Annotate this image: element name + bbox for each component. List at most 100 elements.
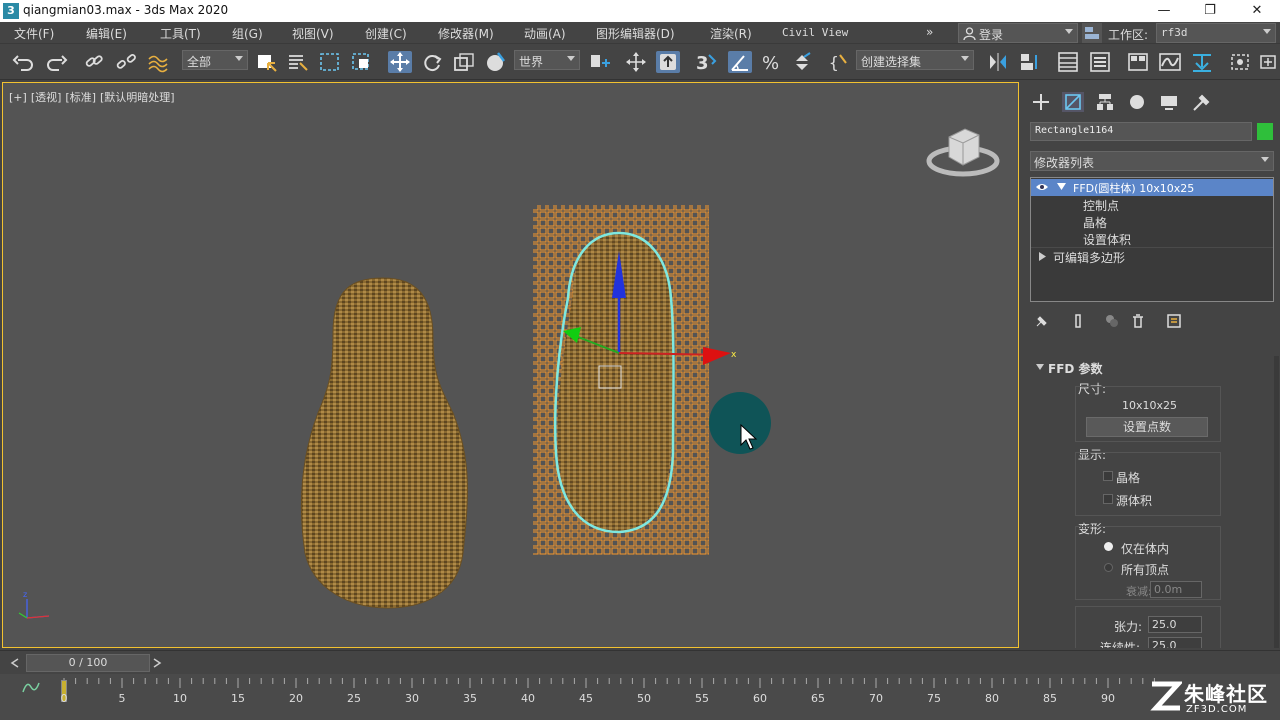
only-in-volume-radio[interactable] [1104,542,1113,551]
rectangular-selection-icon[interactable] [318,51,342,73]
timeline-ruler[interactable]: 0 5 10 15 20 25 30 35 40 45 50 55 60 65 … [60,678,1160,708]
login-dropdown[interactable]: 登录 [958,23,1078,43]
select-by-name-icon[interactable] [286,51,310,73]
move-icon[interactable] [388,51,412,73]
pin-stack-icon[interactable] [1034,313,1050,329]
scene-explorer-icon[interactable] [1056,51,1080,73]
rollout-collapse-icon[interactable] [1036,364,1044,370]
workspace-dropdown[interactable]: rf3d [1156,23,1276,43]
viewport-pov-label[interactable]: [透视] [31,91,62,104]
reference-coordinate-dropdown[interactable]: 世界 [514,50,580,70]
stack-item-ffd-cylinder[interactable]: FFD(圆柱体) 10x10x25 [1031,179,1273,196]
viewport-shading-label[interactable]: [默认明暗处理] [100,91,175,104]
ribbon-toggle-icon[interactable] [1126,51,1150,73]
rollout-header[interactable]: FFD 参数 [1048,360,1103,377]
viewcube-icon[interactable] [923,113,1003,183]
time-slider[interactable]: 0 / 100 [26,654,150,672]
pivot-center-icon[interactable] [588,51,612,73]
layer-explorer-icon[interactable] [1088,51,1112,73]
minimize-button[interactable]: — [1141,0,1187,22]
stack-item-set-volume[interactable]: 设置体积 [1031,230,1273,247]
ffd-parameters-rollout: FFD 参数 尺寸: 10x10x25 设置点数 显示: 晶格 源体积 变形: … [1030,356,1270,648]
named-selection-dropdown[interactable]: 创建选择集 [856,50,974,70]
place-object-icon[interactable] [484,51,508,73]
redo-icon[interactable] [44,51,68,73]
material-editor-icon[interactable] [1228,51,1252,73]
window-crossing-icon[interactable] [350,51,374,73]
tick-label: 25 [347,692,361,705]
rotate-icon[interactable] [420,51,444,73]
falloff-spinner[interactable]: 0.0m [1150,581,1202,598]
track-bar[interactable]: 0 5 10 15 20 25 30 35 40 45 50 55 60 65 … [0,674,1280,720]
previous-frame-icon[interactable] [10,658,20,668]
object-color-swatch[interactable] [1257,123,1273,140]
menu-tools[interactable]: 工具(T) [160,25,201,42]
hierarchy-tab-icon[interactable] [1094,92,1116,112]
menu-civil-view[interactable]: Civil View [782,26,848,39]
make-unique-icon[interactable] [1104,313,1120,329]
menu-edit[interactable]: 编辑(E) [86,25,127,42]
menu-graph-editors[interactable]: 图形编辑器(D) [596,25,675,42]
select-and-manipulate-icon[interactable] [624,51,648,73]
link-icon[interactable] [82,51,106,73]
object-name-field[interactable]: Rectangle1164 [1030,122,1252,141]
scale-icon[interactable] [452,51,476,73]
render-setup-icon[interactable] [1256,51,1276,73]
bind-spacewarp-icon[interactable] [146,51,170,73]
configure-modifier-sets-icon[interactable] [1166,313,1182,329]
collapse-triangle-icon[interactable] [1057,183,1066,191]
motion-tab-icon[interactable] [1126,92,1148,112]
menu-file[interactable]: 文件(F) [14,25,54,42]
schematic-view-icon[interactable] [1190,51,1214,73]
menu-rendering[interactable]: 渲染(R) [710,25,752,42]
create-tab-icon[interactable] [1030,92,1052,112]
menu-overflow-icon[interactable]: » [926,25,933,39]
menu-group[interactable]: 组(G) [232,25,263,42]
modify-tab-icon[interactable] [1062,92,1084,112]
source-volume-checkbox[interactable] [1103,494,1113,504]
lattice-checkbox[interactable] [1103,471,1113,481]
curve-editor-mini-icon[interactable] [22,680,40,694]
menu-modifiers[interactable]: 修改器(M) [438,25,494,42]
spinner-snap-icon[interactable] [790,51,814,73]
tension-spinner[interactable]: 25.0 [1148,616,1202,633]
curve-editor-icon[interactable] [1158,51,1182,73]
expand-triangle-icon[interactable] [1039,252,1046,261]
utilities-tab-icon[interactable] [1190,92,1212,112]
viewport-label[interactable]: [+] [透视] [标准] [默认明暗处理] [9,89,179,105]
stack-item-editable-poly[interactable]: 可编辑多边形 [1031,247,1273,265]
stack-item-control-points[interactable]: 控制点 [1031,196,1273,213]
angle-snap-icon[interactable] [728,51,752,73]
keyboard-shortcut-override-icon[interactable] [656,51,680,73]
maximize-button[interactable]: ❐ [1187,0,1233,22]
viewport-standard-label[interactable]: [标准] [65,91,96,104]
continuity-spinner[interactable]: 25.0 [1148,637,1202,648]
percent-snap-icon[interactable]: % [760,51,784,74]
all-vertices-radio[interactable] [1104,563,1113,572]
remove-modifier-icon[interactable] [1130,313,1146,329]
viewport-scene[interactable]: x z [3,83,1020,649]
modifier-list-dropdown[interactable]: 修改器列表 [1030,151,1274,171]
perspective-viewport[interactable]: x z [+] [透视] [标准] [默认明暗处理] [2,82,1019,648]
menu-animation[interactable]: 动画(A) [524,25,566,42]
set-number-of-points-button[interactable]: 设置点数 [1086,417,1208,437]
next-frame-icon[interactable] [152,658,162,668]
undo-icon[interactable] [12,51,36,73]
menu-views[interactable]: 视图(V) [292,25,334,42]
snap-toggle-icon[interactable]: 3 [694,51,718,74]
eye-icon[interactable] [1035,182,1049,192]
align-icon[interactable] [1018,51,1042,73]
display-tab-icon[interactable] [1158,92,1180,112]
toolbar-toggle-button[interactable] [1082,23,1102,43]
selection-filter-dropdown[interactable]: 全部 [182,50,248,70]
panel-scrollbar[interactable] [1274,356,1279,648]
select-object-icon[interactable] [254,51,278,73]
show-end-result-icon[interactable] [1070,313,1086,329]
unlink-icon[interactable] [114,51,138,73]
viewport-menu-plus[interactable]: [+] [9,91,27,104]
menu-create[interactable]: 创建(C) [365,25,407,42]
stack-item-lattice[interactable]: 晶格 [1031,213,1273,230]
close-button[interactable]: ✕ [1234,0,1280,22]
mirror-icon[interactable] [986,51,1010,73]
edit-named-selection-icon[interactable]: { [828,51,852,73]
